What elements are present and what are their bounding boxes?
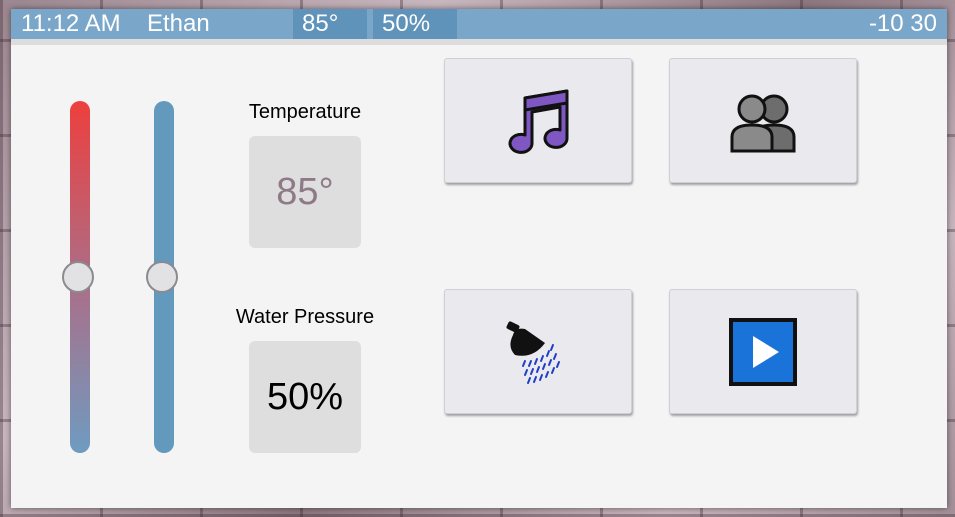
temperature-slider-knob[interactable] (62, 261, 94, 293)
people-icon (730, 94, 796, 152)
water-pressure-label: Water Pressure (235, 306, 375, 328)
shower-button[interactable] (444, 289, 632, 414)
temperature-label: Temperature (248, 101, 362, 123)
status-bar-divider (11, 39, 947, 45)
status-right-value: -10 30 (868, 10, 937, 37)
play-button[interactable] (669, 289, 857, 414)
temperature-readout: 85° (249, 136, 361, 248)
music-note-icon (508, 89, 569, 154)
status-bar: 11:12 AM Ethan 85° 50% -10 30 (11, 9, 947, 45)
status-pressure: 50% (373, 9, 457, 39)
water-pressure-readout: 50% (249, 341, 361, 453)
water-pressure-slider[interactable] (146, 101, 178, 453)
water-pressure-slider-knob[interactable] (146, 261, 178, 293)
status-temperature: 85° (293, 9, 367, 39)
shower-control-panel: 11:12 AM Ethan 85° 50% -10 30 Temperatur… (11, 9, 947, 508)
shower-icon (506, 320, 560, 384)
music-button[interactable] (444, 58, 632, 183)
temperature-slider[interactable] (62, 101, 94, 453)
clock: 11:12 AM (21, 10, 121, 37)
user-name: Ethan (147, 10, 210, 37)
play-icon (729, 317, 797, 386)
people-button[interactable] (669, 58, 857, 183)
